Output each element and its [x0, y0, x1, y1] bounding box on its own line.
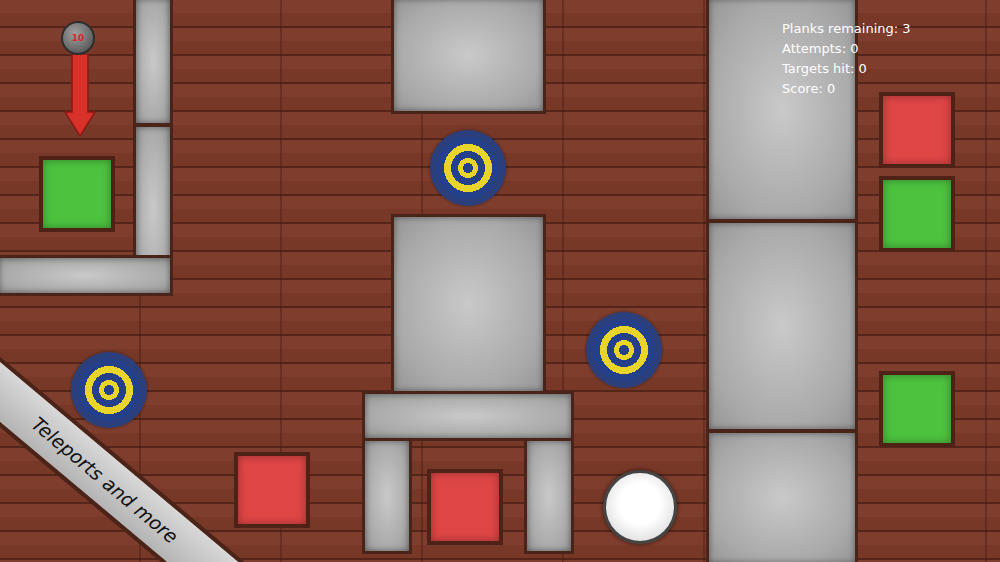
hud-line: Score: 0 [782, 79, 911, 99]
wall [362, 391, 574, 441]
tile [234, 452, 310, 528]
wall [362, 438, 412, 554]
banner-text: Teleports and more [27, 412, 182, 547]
wall [706, 220, 858, 432]
launcher-ball[interactable]: 10 [61, 21, 95, 55]
wall [133, 0, 173, 126]
launcher-label: 10 [72, 33, 85, 43]
wall [524, 438, 574, 554]
wall [391, 214, 546, 394]
tile [879, 371, 955, 447]
target [586, 312, 662, 388]
hud-line: Attempts: 0 [782, 39, 911, 59]
tile [879, 92, 955, 168]
tile [879, 176, 955, 252]
tile [39, 156, 115, 232]
direction-arrow-icon[interactable] [64, 54, 96, 138]
hud: Planks remaining: 3Attempts: 0Targets hi… [782, 19, 911, 99]
hud-line: Planks remaining: 3 [782, 19, 911, 39]
wall [391, 0, 546, 114]
white-ball[interactable] [603, 470, 677, 544]
game-board[interactable]: 10 Teleports and more Planks remaining: 3A… [0, 0, 1000, 562]
target [430, 130, 506, 206]
tile [427, 469, 503, 545]
hud-line: Targets hit: 0 [782, 59, 911, 79]
wall [0, 255, 173, 296]
wall [706, 430, 858, 562]
target [71, 352, 147, 428]
